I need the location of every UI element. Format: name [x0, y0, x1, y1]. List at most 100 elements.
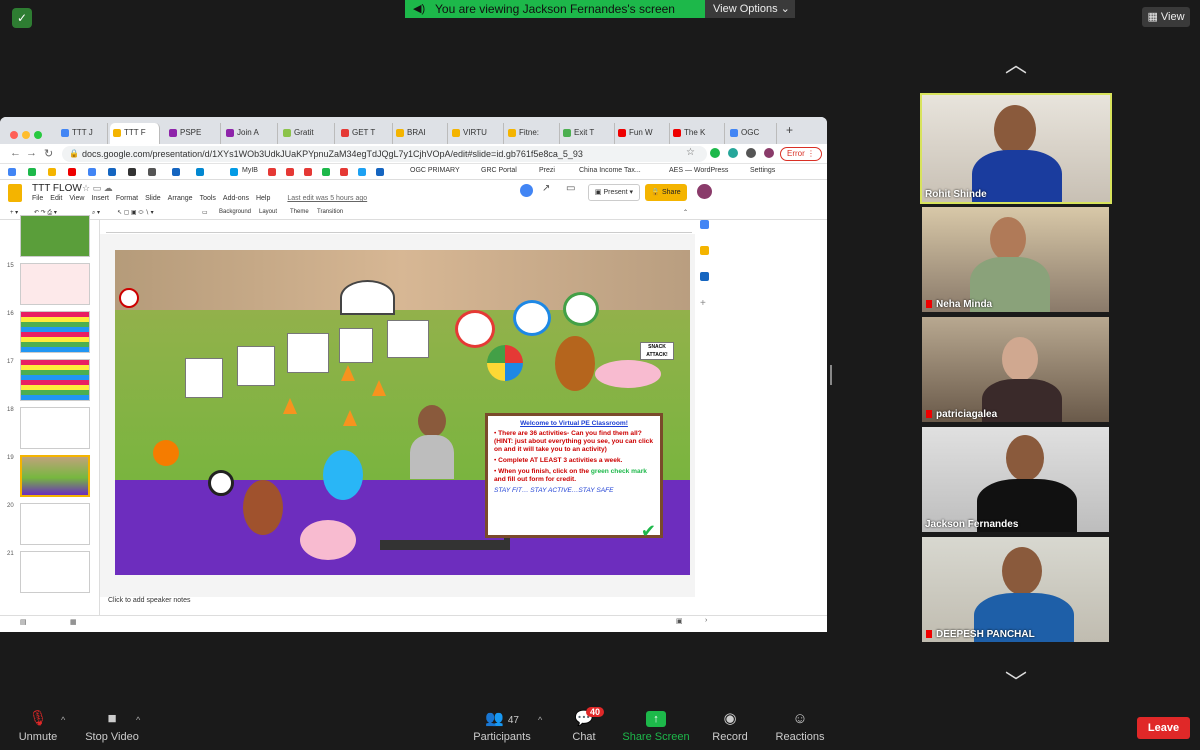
bookmark-icon[interactable] — [148, 168, 156, 176]
view-options-button[interactable]: View Options ⌄ — [705, 0, 795, 18]
browser-tab[interactable]: OGC — [727, 123, 777, 144]
soccer-ball-image[interactable] — [208, 470, 234, 496]
collapse-icon[interactable]: ⌃ — [683, 209, 688, 216]
present-button[interactable]: ▣ Present ▾ — [588, 184, 640, 201]
slide-thumbnail[interactable] — [0, 215, 100, 259]
browser-tab[interactable]: Fun W — [615, 123, 670, 144]
simon-game-image[interactable] — [487, 345, 523, 381]
gmail-icon[interactable] — [68, 168, 76, 176]
pinterest-icon[interactable] — [340, 168, 348, 176]
comment-add-icon[interactable]: ▭ — [202, 209, 208, 216]
drive-icon[interactable] — [88, 168, 96, 176]
browser-tab[interactable]: Exit T — [560, 123, 615, 144]
browser-tab[interactable]: The K — [670, 123, 725, 144]
exercise-ball-image[interactable] — [323, 450, 363, 500]
filmstrip-view-icon[interactable]: ▦ — [70, 618, 77, 626]
speaker-notes[interactable]: Click to add speaker notes — [108, 597, 191, 604]
theme-button[interactable]: Theme — [290, 209, 309, 215]
layout-button[interactable]: Layout — [259, 209, 277, 215]
check-mark-icon[interactable]: ✔ — [641, 522, 656, 540]
slide-thumbnail[interactable]: 15 — [0, 263, 100, 307]
teacher-avatar-image[interactable] — [400, 405, 460, 495]
browser-tab[interactable]: GET T — [338, 123, 393, 144]
poster-image[interactable] — [387, 320, 429, 358]
select-icon[interactable]: ↖ ▢ ▣ ⬭ ∖ ▾ — [117, 209, 154, 217]
bookmark-china-income-tax[interactable]: China Income Tax... — [579, 167, 641, 174]
browser-tab[interactable]: BRAI — [393, 123, 448, 144]
bookmark-myib[interactable]: MyIB — [242, 167, 258, 174]
twitter-icon[interactable] — [358, 168, 366, 176]
welcome-note[interactable]: Welcome to Virtual PE Classroom! • There… — [485, 413, 663, 540]
bookmark-icon[interactable] — [48, 168, 56, 176]
bookmark-icon[interactable] — [268, 168, 276, 176]
extension-icon[interactable] — [710, 148, 720, 158]
record-button[interactable]: ◉ Record — [710, 711, 750, 744]
browser-tab[interactable]: Join A — [223, 123, 278, 144]
piggy-bank-image[interactable] — [300, 520, 356, 560]
slide[interactable]: SNACK ATTACK! Welcome to Virtual PE Clas… — [115, 250, 690, 575]
minimize-dot[interactable] — [22, 131, 30, 139]
url-field[interactable]: 🔒 docs.google.com/presentation/d/1XYs1WOb… — [62, 146, 707, 162]
menu-addons[interactable]: Add-ons — [223, 195, 249, 202]
view-button[interactable]: ▦ View — [1142, 7, 1190, 27]
stop-video-button[interactable]: ■ Stop Video — [84, 711, 140, 744]
panel-divider[interactable] — [830, 365, 832, 385]
forward-icon[interactable]: → — [26, 147, 37, 159]
bookmark-icon[interactable] — [376, 168, 384, 176]
bookmark-icon[interactable] — [8, 168, 16, 176]
bookmark-icon[interactable] — [304, 168, 312, 176]
participant-tile[interactable]: patriciagalea — [922, 317, 1109, 422]
menu-tools[interactable]: Tools — [200, 195, 216, 202]
share-button[interactable]: 🔒 Share — [645, 184, 687, 201]
extension-icon[interactable] — [728, 148, 738, 158]
bookmark-icon[interactable] — [230, 168, 238, 176]
bookmark-icon[interactable] — [196, 168, 204, 176]
menu-insert[interactable]: Insert — [91, 195, 109, 202]
unmute-button[interactable]: 🎙 Unmute — [16, 711, 60, 744]
comment-icon[interactable]: ▭ — [566, 183, 575, 194]
add-icon[interactable]: + — [700, 298, 709, 309]
tasks-icon[interactable] — [700, 272, 709, 281]
teddy-bear-image[interactable] — [243, 480, 283, 535]
chevron-down-icon[interactable]: ﹀ — [1002, 672, 1030, 694]
star-icon[interactable]: ☆ ▭ ☁ — [82, 183, 113, 194]
cone-image[interactable] — [343, 410, 357, 426]
browser-tab-active[interactable]: TTT F — [110, 123, 160, 144]
bookmark-grc-portal[interactable]: GRC Portal — [481, 167, 517, 174]
menu-edit[interactable]: Edit — [50, 195, 62, 202]
star-icon[interactable]: ☆ — [686, 147, 695, 158]
menu-format[interactable]: Format — [116, 195, 138, 202]
grid-view-icon[interactable]: ▤ — [20, 618, 27, 626]
snack-table-image[interactable] — [595, 360, 661, 388]
background-button[interactable]: Background — [219, 209, 251, 215]
browser-tab[interactable]: TTT J — [58, 123, 108, 144]
cone-image[interactable] — [283, 398, 297, 414]
maximize-dot[interactable] — [34, 131, 42, 139]
menu-file[interactable]: File — [32, 195, 43, 202]
share-screen-button[interactable]: ↑ Share Screen — [622, 711, 690, 743]
bookmark-settings[interactable]: Settings — [750, 167, 775, 174]
bookmark-icon[interactable] — [108, 168, 116, 176]
letter-a-image[interactable] — [455, 310, 495, 348]
error-button[interactable]: Error ⋮ — [780, 147, 822, 161]
poster-image[interactable] — [185, 358, 223, 398]
browser-tab[interactable]: PSPE — [166, 123, 221, 144]
chevron-up-icon[interactable]: ^ — [61, 715, 65, 725]
browser-tab[interactable]: Gratit — [280, 123, 335, 144]
trend-icon[interactable]: ↗ — [542, 183, 550, 194]
poster-image[interactable] — [339, 328, 373, 363]
close-dot[interactable] — [10, 131, 18, 139]
participant-tile[interactable]: Neha Minda — [922, 207, 1109, 312]
participant-tile[interactable]: Rohit Shinde — [920, 93, 1112, 204]
reactions-button[interactable]: ☺ Reactions — [774, 711, 826, 744]
user-avatar[interactable] — [697, 184, 712, 199]
slide-thumbnail-selected[interactable]: 19 — [0, 455, 100, 499]
bookmark-aes-wordpress[interactable]: AES — WordPress — [669, 167, 728, 174]
transition-button[interactable]: Transition — [317, 209, 343, 215]
reload-icon[interactable]: ↻ — [44, 147, 53, 160]
window-controls[interactable] — [10, 126, 46, 144]
bookmark-icon[interactable] — [28, 168, 36, 176]
poster-image[interactable] — [237, 346, 275, 386]
chevron-up-icon[interactable]: ^ — [538, 715, 542, 725]
avatar-icon[interactable] — [764, 148, 774, 158]
